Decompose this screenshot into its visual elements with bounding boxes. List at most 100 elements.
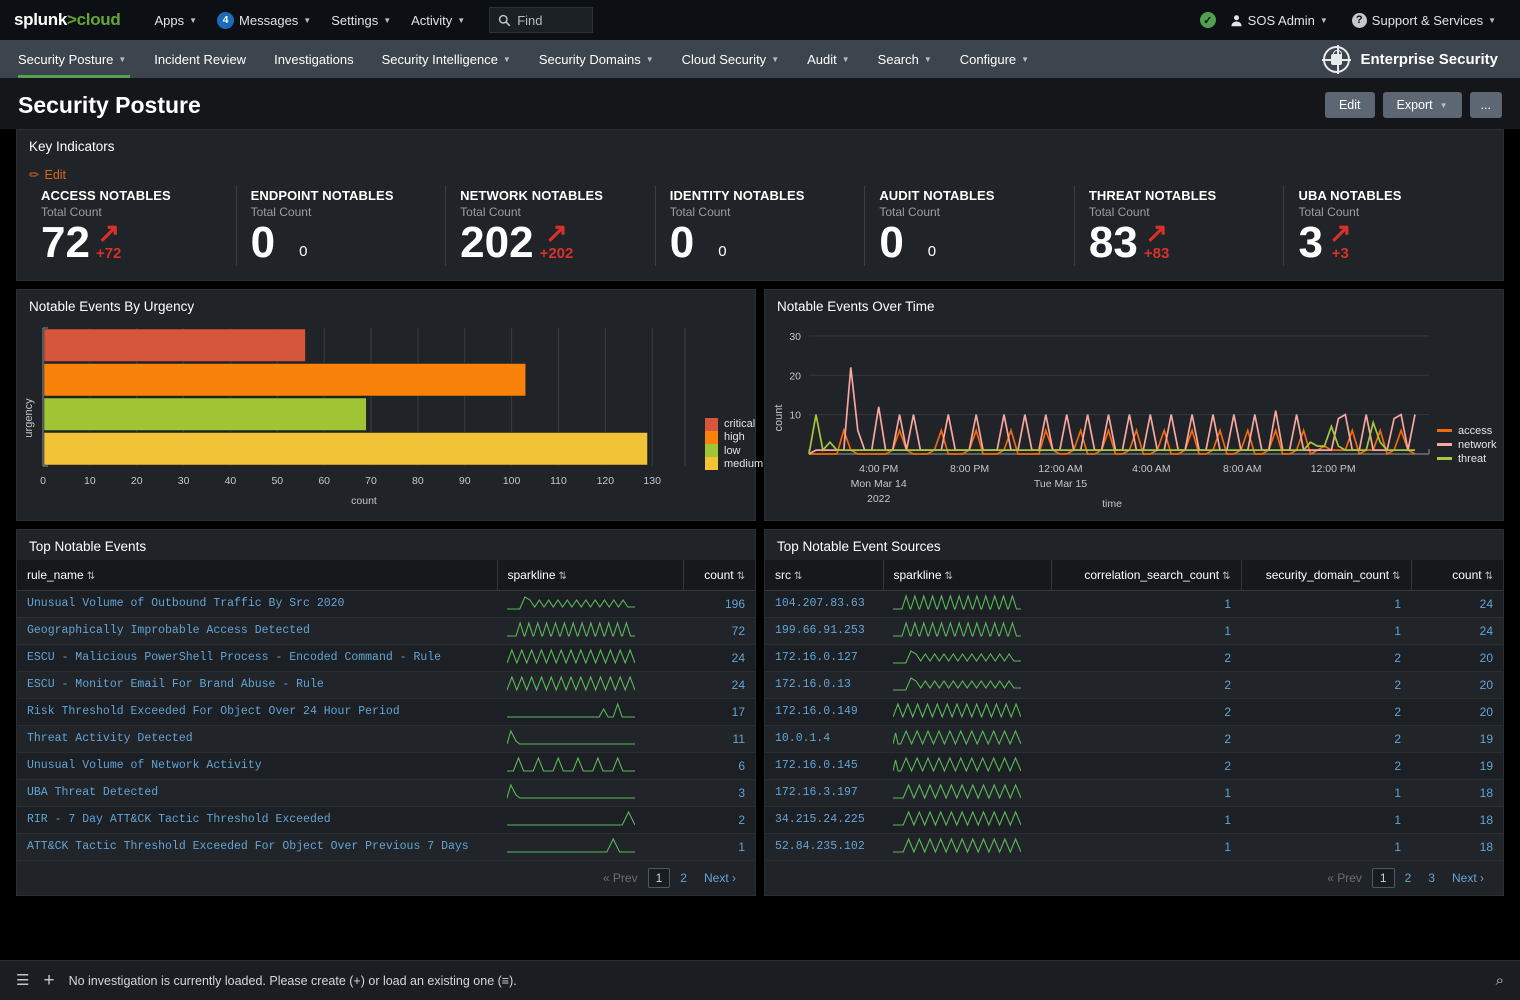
col-correlation-search-count[interactable]: correlation_search_count ⇅ <box>1051 559 1242 591</box>
cell-src[interactable]: 172.16.3.197 <box>765 779 883 807</box>
cell-security-domain-count[interactable]: 2 <box>1241 752 1411 780</box>
table-row[interactable]: 34.215.24.225 1 1 18 <box>765 806 1503 834</box>
cell-count[interactable]: 24 <box>1411 617 1503 645</box>
table-row[interactable]: Unusual Volume of Outbound Traffic By Sr… <box>17 590 755 618</box>
cell-src[interactable]: 172.16.0.13 <box>765 671 883 699</box>
cell-rule-name[interactable]: ATT&CK Tactic Threshold Exceeded For Obj… <box>17 833 497 861</box>
cell-security-domain-count[interactable]: 1 <box>1241 833 1411 861</box>
cell-count[interactable]: 20 <box>1411 644 1503 672</box>
cell-rule-name[interactable]: ESCU - Monitor Email For Brand Abuse - R… <box>17 671 497 699</box>
pagination-next[interactable]: Next › <box>1445 869 1491 887</box>
cell-count[interactable]: 6 <box>683 752 755 780</box>
edit-button[interactable]: Edit <box>1324 92 1375 118</box>
nav-item-cloud-security[interactable]: Cloud Security ▼ <box>668 40 793 78</box>
key-indicators-edit-link[interactable]: ✏ Edit <box>17 160 1503 186</box>
cell-rule-name[interactable]: Unusual Volume of Outbound Traffic By Sr… <box>17 590 497 618</box>
table-row[interactable]: 52.84.235.102 1 1 18 <box>765 833 1503 861</box>
table-row[interactable]: Geographically Improbable Access Detecte… <box>17 617 755 645</box>
cell-count[interactable]: 1 <box>683 833 755 861</box>
urgency-bar-chart[interactable]: 0 10 20 30 40 50 60 70 80 90 100 110 120 130 count <box>17 320 745 512</box>
cell-src[interactable]: 34.215.24.225 <box>765 806 883 834</box>
nav-item-investigations[interactable]: Investigations <box>260 40 368 78</box>
cell-rule-name[interactable]: Risk Threshold Exceeded For Object Over … <box>17 698 497 726</box>
table-row[interactable]: ATT&CK Tactic Threshold Exceeded For Obj… <box>17 833 755 861</box>
overtime-chart-body[interactable]: count 10 20 30 4:00 PM Mon Mar 14 8:00 PM 12:0… <box>765 320 1503 512</box>
plus-icon[interactable]: + <box>43 971 54 990</box>
cell-correlation-search-count[interactable]: 2 <box>1051 671 1241 699</box>
cell-rule-name[interactable]: RIR - 7 Day ATT&CK Tactic Threshold Exce… <box>17 806 497 834</box>
pagination-page-1[interactable]: 1 <box>647 867 671 888</box>
cell-count[interactable]: 2 <box>683 806 755 834</box>
cell-correlation-search-count[interactable]: 1 <box>1051 590 1241 618</box>
splunk-cloud-logo[interactable]: splunk>cloud <box>14 10 121 30</box>
magnifier-icon[interactable]: ⌕ <box>1496 973 1504 988</box>
cell-security-domain-count[interactable]: 2 <box>1241 698 1411 726</box>
support-menu[interactable]: ? Support & Services ▼ <box>1342 7 1506 34</box>
cell-src[interactable]: 104.207.83.63 <box>765 590 883 618</box>
cell-src[interactable]: 172.16.0.127 <box>765 644 883 672</box>
key-indicator-access-notables[interactable]: ACCESS NOTABLES Total Count 72 ↗ +72 <box>27 186 236 266</box>
table-row[interactable]: 172.16.0.13 2 2 20 <box>765 671 1503 699</box>
cell-correlation-search-count[interactable]: 2 <box>1051 752 1241 780</box>
cell-correlation-search-count[interactable]: 1 <box>1051 806 1241 834</box>
table-row[interactable]: RIR - 7 Day ATT&CK Tactic Threshold Exce… <box>17 806 755 834</box>
cell-security-domain-count[interactable]: 1 <box>1241 617 1411 645</box>
cell-count[interactable]: 3 <box>683 779 755 807</box>
col-count[interactable]: count ⇅ <box>683 559 755 591</box>
cell-count[interactable]: 24 <box>683 644 755 672</box>
cell-correlation-search-count[interactable]: 2 <box>1051 644 1241 672</box>
user-menu[interactable]: SOS Admin ▼ <box>1220 7 1338 34</box>
cell-count[interactable]: 24 <box>1411 590 1503 618</box>
table-row[interactable]: Risk Threshold Exceeded For Object Over … <box>17 698 755 726</box>
cell-count[interactable]: 17 <box>683 698 755 726</box>
cell-src[interactable]: 52.84.235.102 <box>765 833 883 861</box>
table-row[interactable]: 172.16.0.145 2 2 19 <box>765 752 1503 780</box>
cell-security-domain-count[interactable]: 1 <box>1241 779 1411 807</box>
cell-count[interactable]: 20 <box>1411 698 1503 726</box>
col-sparkline[interactable]: sparkline ⇅ <box>883 559 1052 591</box>
nav-item-audit[interactable]: Audit ▼ <box>793 40 864 78</box>
cell-security-domain-count[interactable]: 1 <box>1241 806 1411 834</box>
table-row[interactable]: 10.0.1.4 2 2 19 <box>765 725 1503 753</box>
list-icon[interactable]: ☰ <box>16 973 29 988</box>
cell-rule-name[interactable]: ESCU - Malicious PowerShell Process - En… <box>17 644 497 672</box>
cell-rule-name[interactable]: Geographically Improbable Access Detecte… <box>17 617 497 645</box>
nav-item-search[interactable]: Search ▼ <box>864 40 946 78</box>
table-row[interactable]: ESCU - Monitor Email For Brand Abuse - R… <box>17 671 755 699</box>
cell-security-domain-count[interactable]: 1 <box>1241 590 1411 618</box>
pagination-page-1[interactable]: 1 <box>1371 867 1395 888</box>
col-rule-name[interactable]: rule_name ⇅ <box>17 559 498 591</box>
key-indicator-uba-notables[interactable]: UBA NOTABLES Total Count 3 ↗ +3 <box>1283 186 1493 266</box>
table-row[interactable]: 104.207.83.63 1 1 24 <box>765 590 1503 618</box>
more-options-button[interactable]: ... <box>1469 92 1502 118</box>
cell-security-domain-count[interactable]: 2 <box>1241 725 1411 753</box>
key-indicator-threat-notables[interactable]: THREAT NOTABLES Total Count 83 ↗ +83 <box>1073 186 1284 266</box>
cell-security-domain-count[interactable]: 2 <box>1241 671 1411 699</box>
cell-src[interactable]: 199.66.91.253 <box>765 617 883 645</box>
key-indicator-network-notables[interactable]: NETWORK NOTABLES Total Count 202 ↗ +202 <box>445 186 655 266</box>
cell-count[interactable]: 24 <box>683 671 755 699</box>
export-button[interactable]: Export ▼ <box>1382 92 1462 118</box>
activity-menu[interactable]: Activity ▼ <box>401 7 475 34</box>
cell-count[interactable]: 18 <box>1411 779 1503 807</box>
nav-item-security-domains[interactable]: Security Domains ▼ <box>525 40 668 78</box>
cell-count[interactable]: 18 <box>1411 833 1503 861</box>
cell-src[interactable]: 172.16.0.145 <box>765 752 883 780</box>
pagination-page-2[interactable]: 2 <box>1398 869 1419 887</box>
check-circle-icon[interactable]: ✓ <box>1199 12 1216 28</box>
col-count[interactable]: count ⇅ <box>1411 559 1503 591</box>
cell-correlation-search-count[interactable]: 1 <box>1051 779 1241 807</box>
apps-menu[interactable]: Apps ▼ <box>144 7 207 34</box>
key-indicator-endpoint-notables[interactable]: ENDPOINT NOTABLES Total Count 0 0 <box>235 186 446 266</box>
find-search-input[interactable]: Find <box>489 7 594 33</box>
key-indicator-identity-notables[interactable]: IDENTITY NOTABLES Total Count 0 0 <box>654 186 865 266</box>
cell-src[interactable]: 172.16.0.149 <box>765 698 883 726</box>
table-row[interactable]: UBA Threat Detected 3 <box>17 779 755 807</box>
cell-rule-name[interactable]: Unusual Volume of Network Activity <box>17 752 497 780</box>
cell-count[interactable]: 20 <box>1411 671 1503 699</box>
nav-item-incident-review[interactable]: Incident Review <box>140 40 260 78</box>
pagination-prev[interactable]: « Prev <box>596 869 645 887</box>
cell-count[interactable]: 19 <box>1411 752 1503 780</box>
nav-item-security-posture[interactable]: Security Posture ▼ <box>14 40 140 78</box>
pagination-next[interactable]: Next › <box>697 869 743 887</box>
